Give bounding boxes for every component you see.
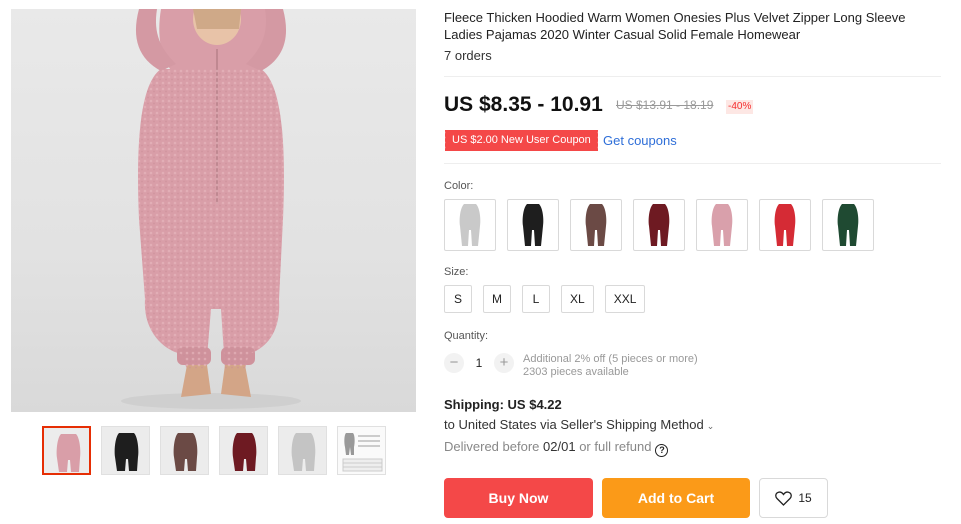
quantity-info: Additional 2% off (5 pieces or more) 230… — [523, 353, 698, 379]
onesie-thumb-black — [102, 427, 149, 474]
quantity-increase-button[interactable]: + — [494, 353, 514, 373]
price-range: US $8.35 - 10.91 — [444, 93, 603, 116]
onesie-swatch-wine — [648, 204, 670, 246]
delivered-suffix: or full refund — [579, 439, 652, 454]
size-option-xl[interactable]: XL — [561, 285, 594, 313]
color-label: Color: — [444, 180, 474, 192]
quantity-value[interactable]: 1 — [464, 356, 494, 370]
onesie-illustration — [121, 9, 301, 409]
divider — [444, 163, 941, 164]
delivered-prefix: Delivered before — [444, 439, 540, 454]
onesie-thumb-pink — [44, 428, 89, 473]
color-swatch-brown[interactable] — [570, 199, 622, 251]
onesie-swatch-red — [774, 204, 796, 246]
original-price: US $13.91 - 18.19 — [616, 98, 714, 112]
thumbnail-wine[interactable] — [219, 426, 268, 475]
thumbnail-strip — [42, 426, 386, 475]
thumbnail-size-chart[interactable] — [337, 426, 386, 475]
onesie-swatch-brown — [585, 204, 607, 246]
add-to-cart-button[interactable]: Add to Cart — [602, 478, 750, 518]
size-option-m[interactable]: M — [483, 285, 511, 313]
color-swatch-wine[interactable] — [633, 199, 685, 251]
quantity-decrease-button[interactable]: − — [444, 353, 464, 373]
onesie-swatch-pink — [711, 204, 733, 246]
quantity-stepper: − 1 + — [444, 353, 514, 373]
delivery-estimate: Delivered before 02/01 or full refund? — [444, 439, 669, 457]
size-option-xxl[interactable]: XXL — [604, 285, 646, 313]
quantity-label: Quantity: — [444, 330, 489, 342]
shipping-cost: Shipping: US $4.22 — [444, 397, 562, 412]
stock-available: 2303 pieces available — [523, 366, 629, 378]
shipping-destination: to United States via Seller's Shipping M… — [444, 417, 704, 432]
delivery-date: 02/01 — [543, 439, 576, 454]
color-swatch-red[interactable] — [759, 199, 811, 251]
heart-icon — [775, 490, 793, 506]
size-option-s[interactable]: S — [444, 285, 472, 313]
thumbnail-black[interactable] — [101, 426, 150, 475]
buy-now-button[interactable]: Buy Now — [444, 478, 593, 518]
color-swatch-black[interactable] — [507, 199, 559, 251]
size-options: S M L XL XXL — [444, 285, 646, 313]
onesie-swatch-black — [522, 204, 544, 246]
new-user-coupon[interactable]: US $2.00 New User Coupon — [443, 130, 598, 151]
order-count: 7 orders — [444, 48, 492, 63]
shipping-method-selector[interactable]: to United States via Seller's Shipping M… — [444, 417, 714, 432]
chevron-down-icon: ⌄ — [706, 421, 715, 431]
thumbnail-gray[interactable] — [278, 426, 327, 475]
discount-badge: -40% — [726, 100, 754, 114]
get-coupons-link[interactable]: Get coupons — [603, 133, 677, 148]
product-title: Fleece Thicken Hoodied Warm Women Onesie… — [444, 10, 906, 42]
thumbnail-brown[interactable] — [160, 426, 209, 475]
onesie-thumb-gray — [279, 427, 326, 474]
thumbnail-pink[interactable] — [42, 426, 91, 475]
size-option-l[interactable]: L — [522, 285, 550, 313]
color-swatch-gray[interactable] — [444, 199, 496, 251]
onesie-thumb-wine — [220, 427, 267, 474]
color-options — [444, 199, 874, 251]
onesie-swatch-gray — [459, 204, 481, 246]
size-label: Size: — [444, 266, 469, 278]
bulk-discount-note: Additional 2% off (5 pieces or more) — [523, 353, 698, 365]
wishlist-button[interactable]: 15 — [759, 478, 828, 518]
color-swatch-green[interactable] — [822, 199, 874, 251]
divider — [444, 76, 941, 77]
onesie-swatch-green — [837, 204, 859, 246]
onesie-thumb-brown — [161, 427, 208, 474]
size-chart-thumb — [338, 427, 385, 474]
main-product-image[interactable] — [11, 9, 416, 412]
wishlist-count: 15 — [798, 491, 812, 505]
color-swatch-pink[interactable] — [696, 199, 748, 251]
help-icon[interactable]: ? — [655, 444, 669, 457]
